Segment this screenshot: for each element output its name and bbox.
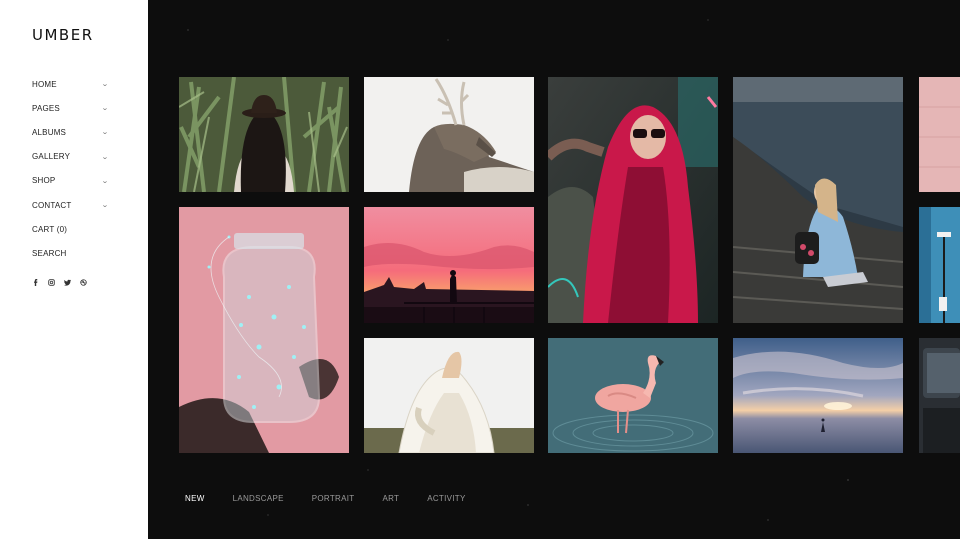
chevron-down-icon: ⌄ (101, 129, 109, 137)
menu-item-cart[interactable]: CART (0) (32, 217, 108, 241)
dribbble-icon[interactable] (80, 279, 87, 286)
menu-item-label: HOME (32, 79, 57, 89)
gallery-tile-street-partial[interactable] (919, 207, 960, 323)
social-links (32, 279, 87, 286)
facebook-icon[interactable] (32, 279, 39, 286)
site-logo[interactable]: UMBER (32, 26, 94, 44)
filter-landscape[interactable]: LANDSCAPE (233, 494, 284, 503)
menu-item-label: PAGES (32, 103, 60, 113)
twitter-icon[interactable] (64, 279, 71, 286)
filter-new[interactable]: NEW (185, 494, 205, 503)
menu-item-contact[interactable]: CONTACT ⌄ (32, 193, 109, 217)
gallery-tile-deer[interactable] (364, 77, 534, 192)
menu-item-label: ALBUMS (32, 127, 67, 137)
menu-item-shop[interactable]: SHOP ⌄ (32, 169, 109, 193)
menu-item-label: CART (0) (32, 224, 68, 234)
gallery-tile-veil-woman[interactable] (364, 338, 534, 453)
menu-item-label: GALLERY (32, 152, 71, 162)
instagram-icon[interactable] (48, 279, 55, 286)
gallery-tile-vehicle-partial[interactable] (919, 338, 960, 453)
gallery-tile-cliff-woman[interactable] (733, 77, 903, 323)
chevron-down-icon: ⌄ (101, 105, 109, 113)
filter-portrait[interactable]: PORTRAIT (312, 494, 355, 503)
menu-item-pages[interactable]: PAGES ⌄ (32, 96, 109, 120)
menu-item-gallery[interactable]: GALLERY ⌄ (32, 145, 109, 169)
main-menu: HOME ⌄ PAGES ⌄ ALBUMS ⌄ GALLERY ⌄ SHOP ⌄… (32, 72, 109, 266)
menu-item-label: SHOP (32, 176, 56, 186)
gallery-tile-neon-woman[interactable] (548, 77, 718, 323)
gallery-tile-flamingo[interactable] (548, 338, 718, 453)
menu-item-home[interactable]: HOME ⌄ (32, 72, 109, 96)
chevron-down-icon: ⌄ (101, 81, 109, 89)
menu-item-albums[interactable]: ALBUMS ⌄ (32, 120, 109, 144)
gallery-area: NEW LANDSCAPE PORTRAIT ART ACTIVITY (148, 0, 960, 539)
chevron-down-icon: ⌄ (101, 153, 109, 161)
chevron-down-icon: ⌄ (101, 177, 109, 185)
filter-art[interactable]: ART (382, 494, 399, 503)
filter-activity[interactable]: ACTIVITY (427, 494, 465, 503)
gallery-tile-woman-hat[interactable] (179, 77, 349, 192)
sidebar: UMBER HOME ⌄ PAGES ⌄ ALBUMS ⌄ GALLERY ⌄ … (0, 0, 148, 539)
gallery-tile-sunset-sea[interactable] (733, 338, 903, 453)
menu-item-label: SEARCH (32, 248, 67, 258)
gallery-tile-pink-wall[interactable] (919, 77, 960, 192)
gallery-tile-light-jar[interactable] (179, 207, 349, 453)
chevron-down-icon: ⌄ (101, 202, 109, 210)
gallery-tile-sunset-pier[interactable] (364, 207, 534, 323)
menu-item-label: CONTACT (32, 200, 72, 210)
gallery-filters: NEW LANDSCAPE PORTRAIT ART ACTIVITY (185, 494, 494, 503)
menu-item-search[interactable]: SEARCH (32, 241, 108, 265)
